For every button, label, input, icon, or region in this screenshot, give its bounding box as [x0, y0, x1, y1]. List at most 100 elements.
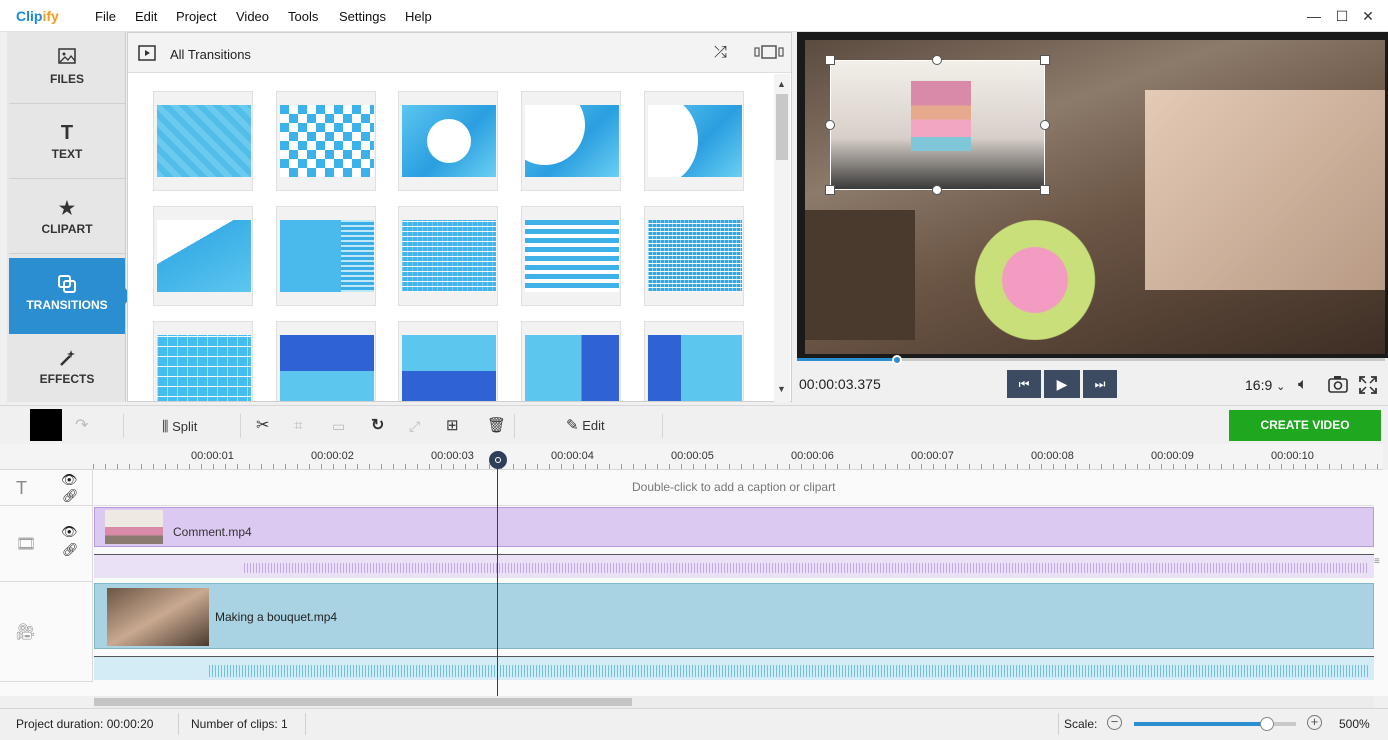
overlay-clip-frame[interactable]: [830, 60, 1045, 190]
eye-icon[interactable]: 👁︎: [61, 524, 78, 540]
rotate-icon[interactable]: ↻: [371, 416, 384, 436]
resize-handle[interactable]: [932, 185, 942, 195]
timeline-ruler[interactable]: 00:00:01 00:00:02 00:00:03 00:00:04 00:0…: [93, 444, 1383, 470]
stamp-box: [805, 210, 915, 340]
timeline-scrollbar[interactable]: [94, 696, 1374, 708]
transition-thumb[interactable]: [276, 321, 376, 401]
transitions-scrollbar[interactable]: ▲ ▼: [774, 74, 790, 402]
waveform-handle[interactable]: ≡: [1374, 556, 1380, 567]
split-button[interactable]: ⫼ Split: [162, 416, 197, 436]
scale-slider[interactable]: [1134, 717, 1296, 731]
transitions-panel: All Transitions ⤮: [127, 32, 792, 402]
fullscreen-icon[interactable]: [1359, 376, 1377, 397]
ruler-label: 00:00:10: [1271, 450, 1314, 462]
menu-project[interactable]: Project: [176, 9, 216, 24]
playhead-handle[interactable]: [489, 451, 507, 469]
shuffle-icon[interactable]: ⤮: [714, 44, 727, 62]
resize-handle[interactable]: [825, 185, 835, 195]
resize-handle[interactable]: [825, 55, 835, 65]
sidebar-item-clipart[interactable]: ★ CLIPART: [9, 182, 125, 254]
trash-icon[interactable]: 🗑︎: [487, 416, 506, 436]
sidebar-item-transitions[interactable]: TRANSITIONS: [9, 258, 132, 334]
main-track-header: 🎥︎: [0, 582, 93, 682]
caption-track[interactable]: Double-click to add a caption or clipart: [94, 470, 1374, 506]
clip-making-a-bouquet[interactable]: Making a bouquet.mp4: [94, 583, 1374, 649]
ruler-label: 00:00:03: [431, 450, 474, 462]
transition-thumb[interactable]: [644, 91, 744, 191]
transition-thumb[interactable]: [398, 321, 498, 401]
main-audio-waveform[interactable]: [94, 656, 1374, 680]
transition-thumb[interactable]: [644, 321, 744, 401]
edit-button[interactable]: ✎ Edit: [566, 416, 605, 436]
transition-thumb[interactable]: [153, 321, 253, 401]
minimize-icon[interactable]: —: [1303, 7, 1325, 25]
menu-file[interactable]: File: [95, 9, 116, 24]
next-button[interactable]: ⏭: [1083, 370, 1117, 398]
redo-icon[interactable]: ↷: [75, 416, 88, 436]
transition-thumb[interactable]: [521, 91, 621, 191]
clip-comment[interactable]: Comment.mp4: [94, 507, 1374, 547]
sidebar: FILES T TEXT ★ CLIPART TRANSITIONS EFFEC…: [7, 32, 132, 404]
volume-icon[interactable]: 🔈︎: [1298, 376, 1308, 394]
transition-thumb[interactable]: [521, 206, 621, 306]
link-icon[interactable]: 🔗︎: [62, 542, 79, 558]
sidebar-item-effects[interactable]: EFFECTS: [9, 332, 125, 404]
preview-seekbar[interactable]: [797, 355, 1385, 365]
overlay-audio-waveform[interactable]: [94, 554, 1374, 578]
transition-thumb[interactable]: [153, 206, 253, 306]
transition-thumb[interactable]: [644, 206, 744, 306]
transition-thumb[interactable]: [398, 91, 498, 191]
transitions-title: All Transitions: [170, 47, 251, 62]
eye-icon[interactable]: 👁︎: [61, 472, 78, 488]
zoom-out-icon[interactable]: −: [1107, 715, 1122, 730]
video-preview[interactable]: [797, 32, 1388, 358]
menu-edit[interactable]: Edit: [135, 9, 157, 24]
sidebar-item-label: EFFECTS: [39, 372, 95, 386]
menu-tools[interactable]: Tools: [288, 9, 318, 24]
sidebar-item-label: TEXT: [51, 147, 83, 161]
sidebar-item-text[interactable]: T TEXT: [9, 107, 125, 179]
sidebar-item-files[interactable]: FILES: [9, 32, 125, 104]
scissors-icon[interactable]: ✂: [256, 416, 269, 436]
create-video-button[interactable]: CREATE VIDEO: [1229, 410, 1381, 441]
menu-help[interactable]: Help: [405, 9, 432, 24]
text-icon: T: [60, 122, 74, 144]
timeline-scroll-thumb[interactable]: [94, 698, 632, 706]
aspect-ratio-select[interactable]: 16:9 ⌄: [1245, 377, 1285, 393]
camera-icon[interactable]: [1328, 375, 1348, 396]
person: [911, 81, 971, 151]
menu-settings[interactable]: Settings: [339, 9, 386, 24]
resize-handle[interactable]: [1040, 55, 1050, 65]
resize-handle[interactable]: [932, 55, 942, 65]
transition-thumb[interactable]: [398, 206, 498, 306]
frame-icon[interactable]: ▭: [332, 416, 345, 436]
add-clip-icon[interactable]: ⊞: [446, 416, 459, 436]
sidebar-item-label: FILES: [49, 72, 84, 86]
seek-handle[interactable]: [892, 355, 902, 365]
caption-track-header: T 👁︎ 🔗︎: [0, 470, 93, 506]
menu-video[interactable]: Video: [236, 9, 269, 24]
color-swatch[interactable]: [30, 409, 62, 441]
resize-handle[interactable]: [1040, 120, 1050, 130]
ruler-label: 00:00:07: [911, 450, 954, 462]
scroll-down-icon[interactable]: ▼: [777, 384, 786, 394]
scale-slider-handle[interactable]: [1259, 717, 1274, 731]
apply-to-all-icon[interactable]: [753, 44, 785, 63]
zoom-in-icon[interactable]: +: [1307, 715, 1322, 730]
resize-handle[interactable]: [1040, 185, 1050, 195]
resize-icon[interactable]: ⤢: [409, 416, 420, 436]
previous-button[interactable]: ⏮: [1007, 370, 1041, 398]
scroll-thumb[interactable]: [776, 94, 788, 160]
play-transition-icon[interactable]: [138, 45, 156, 64]
play-button[interactable]: ▶: [1044, 370, 1080, 398]
transition-thumb[interactable]: [521, 321, 621, 401]
scroll-up-icon[interactable]: ▲: [777, 79, 786, 89]
link-icon[interactable]: 🔗︎: [62, 488, 79, 504]
transition-thumb[interactable]: [153, 91, 253, 191]
transition-thumb[interactable]: [276, 206, 376, 306]
close-icon[interactable]: ✕: [1357, 7, 1379, 25]
maximize-icon[interactable]: ☐: [1331, 7, 1353, 25]
resize-handle[interactable]: [825, 120, 835, 130]
crop-icon[interactable]: ⌗: [294, 416, 302, 436]
transition-thumb[interactable]: [276, 91, 376, 191]
